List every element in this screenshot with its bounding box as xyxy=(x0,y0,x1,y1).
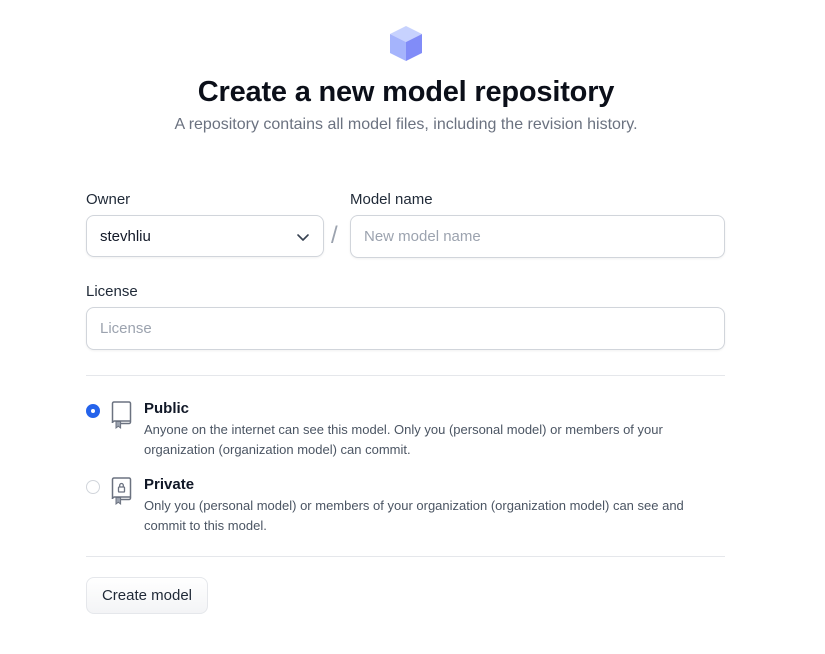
license-label: License xyxy=(86,283,138,300)
public-option-title: Public xyxy=(144,400,190,417)
license-input[interactable] xyxy=(86,307,725,350)
private-option-title: Private xyxy=(144,476,195,493)
footer-divider xyxy=(86,556,725,557)
model-cube-icon xyxy=(390,26,422,61)
repo-lock-icon xyxy=(111,477,132,506)
create-model-button[interactable]: Create model xyxy=(86,577,208,614)
repo-book-icon xyxy=(111,401,132,430)
section-divider xyxy=(86,375,725,376)
owner-select-value: stevhliu xyxy=(100,227,151,245)
owner-name-separator: / xyxy=(331,222,338,249)
page-subtitle: A repository contains all model files, i… xyxy=(174,116,638,133)
private-option-description: Only you (personal model) or members of … xyxy=(144,498,684,533)
page-title: Create a new model repository xyxy=(197,76,615,108)
public-option-description: Anyone on the internet can see this mode… xyxy=(144,422,663,457)
model-name-label: Model name xyxy=(350,191,433,208)
owner-label: Owner xyxy=(86,191,131,208)
model-name-input[interactable] xyxy=(350,215,725,258)
chevron-down-icon xyxy=(297,234,309,241)
private-radio[interactable] xyxy=(86,480,100,494)
create-model-page: Create a new model repository A reposito… xyxy=(0,0,825,654)
public-radio[interactable] xyxy=(86,404,100,418)
owner-select[interactable]: stevhliu xyxy=(86,215,324,257)
